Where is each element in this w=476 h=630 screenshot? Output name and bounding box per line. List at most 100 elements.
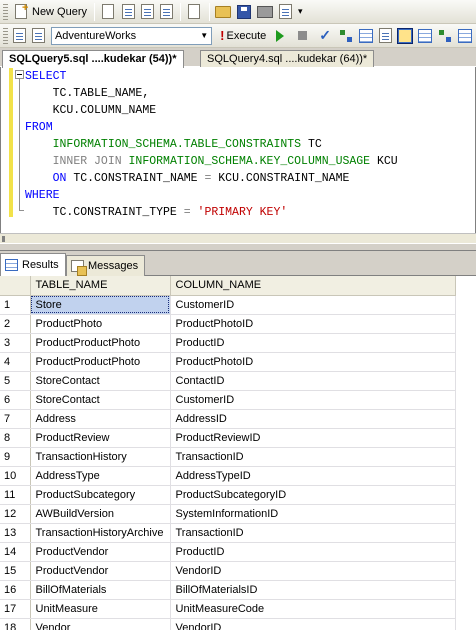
query-designer-button[interactable] bbox=[357, 26, 375, 46]
column-name-cell[interactable]: ProductPhotoID bbox=[170, 352, 456, 372]
table-row[interactable]: 4 ProductProductPhoto ProductPhotoID bbox=[0, 352, 456, 372]
table-name-cell[interactable]: TransactionHistory bbox=[30, 447, 171, 467]
new-project-button[interactable] bbox=[184, 2, 204, 22]
table-row[interactable]: 1 Store CustomerID bbox=[0, 295, 456, 315]
row-number-cell[interactable]: 17 bbox=[0, 599, 31, 619]
column-name-cell[interactable]: BillOfMaterialsID bbox=[170, 580, 456, 600]
parse-button[interactable]: ✓ bbox=[315, 26, 335, 46]
results-to-grid-button[interactable] bbox=[396, 26, 414, 46]
display-plan-button[interactable] bbox=[337, 26, 355, 46]
database-select[interactable]: AdventureWorks ▼ bbox=[50, 26, 213, 45]
row-number-header[interactable] bbox=[0, 276, 31, 296]
table-name-cell[interactable]: ProductReview bbox=[30, 428, 171, 448]
column-name-cell[interactable]: VendorID bbox=[170, 618, 456, 630]
column-name-cell[interactable]: ContactID bbox=[170, 371, 456, 391]
table-row[interactable]: 14 ProductVendor ProductID bbox=[0, 542, 456, 562]
row-number-cell[interactable]: 10 bbox=[0, 466, 31, 486]
row-number-cell[interactable]: 13 bbox=[0, 523, 31, 543]
table-name-cell[interactable]: StoreContact bbox=[30, 390, 171, 410]
table-name-cell[interactable]: StoreContact bbox=[30, 371, 171, 391]
table-row[interactable]: 10 AddressType AddressTypeID bbox=[0, 466, 456, 486]
column-name-cell[interactable]: VendorID bbox=[170, 561, 456, 581]
client-stats-button[interactable] bbox=[456, 26, 474, 46]
sql-code[interactable]: SELECT TC.TABLE_NAME, KCU.COLUMN_NAME FRO… bbox=[25, 68, 398, 221]
table-row[interactable]: 13 TransactionHistoryArchive TransactionID bbox=[0, 523, 456, 543]
row-number-cell[interactable]: 3 bbox=[0, 333, 31, 353]
editor-horizontal-scrollbar[interactable] bbox=[0, 233, 476, 243]
table-row[interactable]: 9 TransactionHistory TransactionID bbox=[0, 447, 456, 467]
mdx-query-button[interactable] bbox=[120, 2, 137, 22]
toolbar-overflow-button[interactable]: ▾ bbox=[296, 2, 305, 22]
column-name-cell[interactable]: CustomerID bbox=[170, 390, 456, 410]
column-header-table-name[interactable]: TABLE_NAME bbox=[30, 276, 171, 296]
execute-button[interactable]: ! Execute bbox=[212, 26, 268, 46]
column-name-cell[interactable]: ProductSubcategoryID bbox=[170, 485, 456, 505]
row-number-cell[interactable]: 11 bbox=[0, 485, 31, 505]
table-row[interactable]: 11 ProductSubcategory ProductSubcategoryID bbox=[0, 485, 456, 505]
code-line[interactable]: TC.TABLE_NAME, bbox=[25, 85, 398, 102]
new-query-button[interactable]: New Query bbox=[11, 2, 89, 22]
table-row[interactable]: 2 ProductPhoto ProductPhotoID bbox=[0, 314, 456, 334]
code-line[interactable]: INFORMATION_SCHEMA.TABLE_CONSTRAINTS TC bbox=[25, 136, 398, 153]
tab-results[interactable]: Results bbox=[0, 253, 66, 276]
table-name-cell[interactable]: UnitMeasure bbox=[30, 599, 171, 619]
tab-sqlquery5[interactable]: SQLQuery5.sql ....kudekar (54))* bbox=[2, 50, 184, 68]
table-row[interactable]: 7 Address AddressID bbox=[0, 409, 456, 429]
row-number-cell[interactable]: 16 bbox=[0, 580, 31, 600]
pane-splitter[interactable] bbox=[0, 243, 476, 251]
row-number-cell[interactable]: 18 bbox=[0, 618, 31, 630]
row-number-cell[interactable]: 15 bbox=[0, 561, 31, 581]
table-row[interactable]: 18 Vendor VendorID bbox=[0, 618, 456, 630]
new-file-button[interactable] bbox=[98, 2, 118, 22]
row-number-cell[interactable]: 7 bbox=[0, 409, 31, 429]
column-header-column-name[interactable]: COLUMN_NAME bbox=[170, 276, 456, 296]
column-name-cell[interactable]: AddressID bbox=[170, 409, 456, 429]
row-number-cell[interactable]: 2 bbox=[0, 314, 31, 334]
connect-button[interactable] bbox=[11, 26, 28, 46]
toolbar-grip[interactable] bbox=[3, 27, 8, 44]
table-row[interactable]: 8 ProductReview ProductReviewID bbox=[0, 428, 456, 448]
table-name-cell[interactable]: AddressType bbox=[30, 466, 171, 486]
tab-sqlquery4[interactable]: SQLQuery4.sql ....kudekar (64))* bbox=[200, 50, 375, 67]
save-button[interactable] bbox=[235, 2, 253, 22]
xmla-query-button[interactable] bbox=[158, 2, 175, 22]
activity-monitor-button[interactable] bbox=[277, 2, 294, 22]
code-line[interactable]: ON TC.CONSTRAINT_NAME = KCU.CONSTRAINT_N… bbox=[25, 170, 398, 187]
change-connection-button[interactable] bbox=[30, 26, 47, 46]
row-number-cell[interactable]: 8 bbox=[0, 428, 31, 448]
tab-messages[interactable]: Messages bbox=[66, 255, 146, 276]
table-name-cell[interactable]: ProductPhoto bbox=[30, 314, 171, 334]
table-name-cell[interactable]: ProductProductPhoto bbox=[30, 333, 171, 353]
scroll-left-icon[interactable] bbox=[2, 236, 5, 242]
query-editor[interactable]: SELECT TC.TABLE_NAME, KCU.COLUMN_NAME FRO… bbox=[0, 67, 476, 233]
column-name-cell[interactable]: SystemInformationID bbox=[170, 504, 456, 524]
toolbar-grip[interactable] bbox=[3, 3, 8, 20]
table-name-cell[interactable]: ProductVendor bbox=[30, 561, 171, 581]
column-name-cell[interactable]: UnitMeasureCode bbox=[170, 599, 456, 619]
table-row[interactable]: 15 ProductVendor VendorID bbox=[0, 561, 456, 581]
include-plan-button[interactable] bbox=[436, 26, 454, 46]
row-number-cell[interactable]: 12 bbox=[0, 504, 31, 524]
column-name-cell[interactable]: AddressTypeID bbox=[170, 466, 456, 486]
table-row[interactable]: 6 StoreContact CustomerID bbox=[0, 390, 456, 410]
table-name-cell[interactable]: Address bbox=[30, 409, 171, 429]
table-row[interactable]: 17 UnitMeasure UnitMeasureCode bbox=[0, 599, 456, 619]
debug-button[interactable] bbox=[270, 26, 290, 46]
table-name-cell[interactable]: ProductSubcategory bbox=[30, 485, 171, 505]
table-name-cell[interactable]: ProductProductPhoto bbox=[30, 352, 171, 372]
results-to-file-button[interactable] bbox=[416, 26, 434, 46]
cancel-query-button[interactable] bbox=[292, 26, 313, 46]
row-number-cell[interactable]: 14 bbox=[0, 542, 31, 562]
dmx-query-button[interactable] bbox=[139, 2, 156, 22]
table-row[interactable]: 5 StoreContact ContactID bbox=[0, 371, 456, 391]
table-row[interactable]: 3 ProductProductPhoto ProductID bbox=[0, 333, 456, 353]
table-name-cell[interactable]: AWBuildVersion bbox=[30, 504, 171, 524]
code-line[interactable]: FROM bbox=[25, 119, 398, 136]
code-line[interactable]: SELECT bbox=[25, 68, 398, 85]
code-line[interactable]: KCU.COLUMN_NAME bbox=[25, 102, 398, 119]
table-name-cell[interactable]: Vendor bbox=[30, 618, 171, 630]
column-name-cell[interactable]: CustomerID bbox=[170, 295, 456, 315]
code-line[interactable]: WHERE bbox=[25, 187, 398, 204]
table-name-cell[interactable]: TransactionHistoryArchive bbox=[30, 523, 171, 543]
column-name-cell[interactable]: ProductReviewID bbox=[170, 428, 456, 448]
